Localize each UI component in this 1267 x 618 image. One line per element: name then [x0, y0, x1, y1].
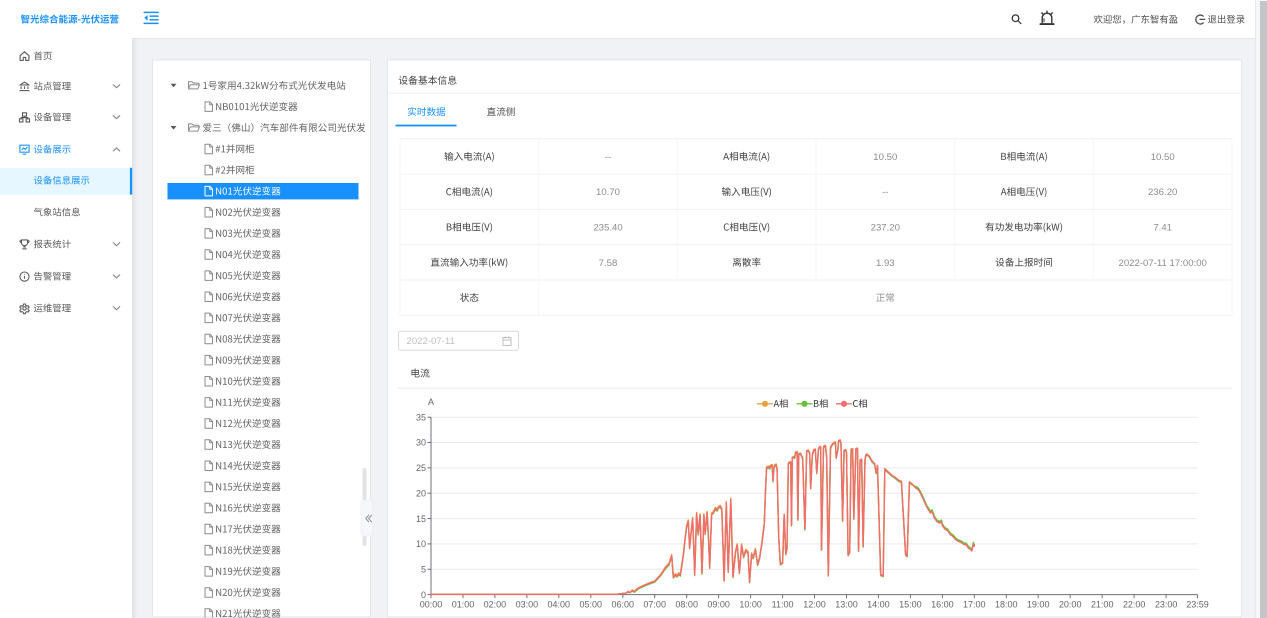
svg-text:14:00: 14:00 — [867, 600, 890, 610]
svg-text:23:59: 23:59 — [1186, 600, 1209, 610]
svg-text:20:00: 20:00 — [1059, 600, 1082, 610]
svg-text:01:00: 01:00 — [452, 600, 475, 610]
svg-text:7.58: 7.58 — [599, 258, 618, 269]
svg-text:10.70: 10.70 — [596, 187, 620, 198]
svg-text:09:00: 09:00 — [707, 600, 730, 610]
svg-text:--: -- — [882, 187, 888, 198]
svg-text:12:00: 12:00 — [803, 600, 826, 610]
svg-text:30: 30 — [416, 438, 426, 448]
svg-text:10.50: 10.50 — [873, 152, 897, 163]
svg-text:13:00: 13:00 — [835, 600, 858, 610]
svg-text:04:00: 04:00 — [548, 600, 571, 610]
svg-text:10:00: 10:00 — [739, 600, 762, 610]
svg-text:19:00: 19:00 — [1027, 600, 1050, 610]
svg-text:18:00: 18:00 — [995, 600, 1018, 610]
svg-text:5: 5 — [421, 565, 426, 575]
svg-text:A: A — [428, 397, 434, 407]
svg-text:23:00: 23:00 — [1155, 600, 1178, 610]
svg-text:08:00: 08:00 — [675, 600, 698, 610]
svg-text:237.20: 237.20 — [871, 223, 900, 234]
svg-text:03:00: 03:00 — [516, 600, 539, 610]
svg-text:11:00: 11:00 — [772, 600, 794, 610]
svg-text:15: 15 — [416, 514, 426, 524]
svg-text:00:00: 00:00 — [420, 600, 443, 610]
svg-text:--: -- — [605, 152, 611, 163]
svg-text:07:00: 07:00 — [643, 600, 666, 610]
svg-text:10.50: 10.50 — [1151, 152, 1175, 163]
svg-text:20: 20 — [416, 488, 426, 498]
svg-text:35: 35 — [416, 412, 426, 422]
svg-text:22:00: 22:00 — [1123, 600, 1146, 610]
svg-text:25: 25 — [416, 463, 426, 473]
svg-text:2022-07-11: 2022-07-11 — [407, 336, 455, 347]
svg-text:10: 10 — [416, 539, 426, 549]
svg-text:15:00: 15:00 — [899, 600, 922, 610]
svg-text:0: 0 — [421, 590, 426, 600]
svg-text:05:00: 05:00 — [580, 600, 603, 610]
svg-text:16:00: 16:00 — [931, 600, 954, 610]
svg-text:2022-07-11 17:00:00: 2022-07-11 17:00:00 — [1119, 258, 1207, 269]
svg-text:235.40: 235.40 — [593, 223, 622, 234]
svg-text:17:00: 17:00 — [963, 600, 986, 610]
svg-text:236.20: 236.20 — [1148, 187, 1177, 198]
svg-text:1.93: 1.93 — [876, 258, 895, 269]
svg-text:21:00: 21:00 — [1091, 600, 1114, 610]
svg-text:06:00: 06:00 — [612, 600, 635, 610]
svg-text:7.41: 7.41 — [1153, 223, 1172, 234]
svg-text:02:00: 02:00 — [484, 600, 507, 610]
